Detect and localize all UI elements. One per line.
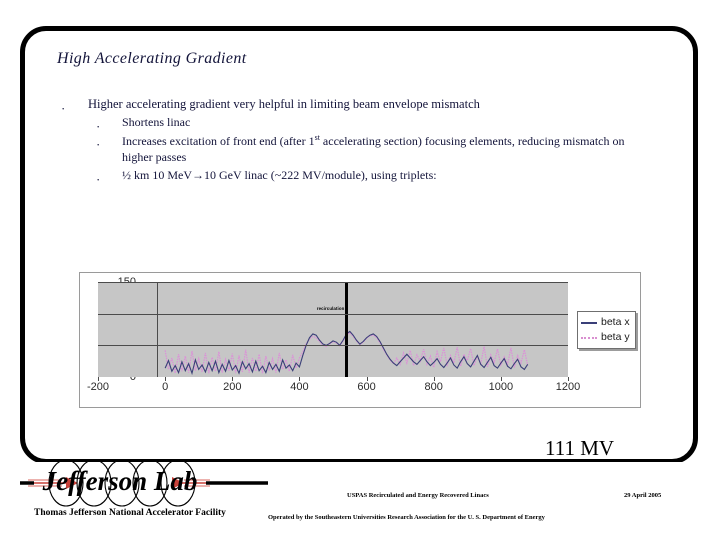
legend-item-beta-x: beta x — [581, 315, 630, 330]
list-item-label: Shortens linac — [122, 115, 191, 130]
list-item: · Higher accelerating gradient very help… — [58, 96, 658, 116]
chart-x-tick-label: 800 — [424, 381, 443, 393]
footer-course-title: USPAS Recirculated and Energy Recovered … — [347, 492, 489, 499]
dotted-line-swatch-icon — [581, 336, 597, 339]
line-swatch-icon — [581, 321, 597, 324]
recirculation-marker-label: recirculation — [316, 306, 345, 312]
beta-function-chart: 050100150 recirculation -200020040060080… — [79, 272, 641, 408]
jlab-logo-caption: Thomas Jefferson National Accelerator Fa… — [34, 508, 226, 518]
chart-x-tick-label: -200 — [86, 381, 110, 393]
chart-gridline — [98, 282, 568, 283]
chart-x-tick-label: 400 — [290, 381, 309, 393]
callout-voltage: 111 MV — [545, 436, 615, 460]
legend-label: beta x — [601, 316, 630, 328]
legend-item-beta-y: beta y — [581, 330, 630, 345]
chart-legend: beta x beta y — [577, 311, 636, 350]
bullet-list: · Higher accelerating gradient very help… — [58, 96, 658, 187]
list-item-label: Higher accelerating gradient very helpfu… — [88, 97, 480, 111]
chart-plot-area: recirculation — [98, 282, 569, 381]
list-item: · ½ km 10 MeV→10 GeV linac (~222 MV/modu… — [58, 167, 658, 187]
list-item: · Shortens linac — [58, 114, 658, 133]
recirculation-marker-line — [344, 282, 348, 377]
bullet-marker: · — [96, 171, 101, 187]
chart-x-tick-label: 200 — [223, 381, 242, 393]
bullet-marker: · — [61, 101, 66, 116]
list-item-label: ½ km 10 MeV→10 GeV linac (~222 MV/module… — [122, 167, 437, 182]
chart-x-tick-label: 0 — [162, 381, 169, 393]
legend-label: beta y — [601, 331, 630, 344]
footer-date: 29 April 2005 — [624, 492, 662, 499]
footer-operator-notice: Operated by the Southeastern Universitie… — [268, 514, 545, 521]
list-item-label-part1: Increases excitation of front end (after… — [122, 133, 315, 148]
chart-x-tick-label: 1000 — [488, 381, 514, 393]
chart-x-tick-label: 600 — [357, 381, 376, 393]
chart-gridline — [98, 345, 568, 347]
chart-series-svg — [164, 330, 529, 376]
bullet-marker: · — [96, 136, 101, 152]
jlab-logo-svg: Jefferson Lab — [20, 459, 268, 507]
chart-x-tick-label: 1200 — [555, 381, 581, 393]
page-title: High Accelerating Gradient — [57, 50, 247, 67]
chart-x-axis-labels: -200 0 200 400 600 800 1000 1200 — [80, 381, 642, 397]
list-item: · Increases excitation of front end (aft… — [58, 132, 658, 166]
jefferson-lab-logo: Jefferson Lab Thomas Jefferson National … — [20, 458, 268, 530]
jlab-wordmark: Jefferson Lab — [42, 466, 198, 496]
chart-gridline — [98, 313, 568, 315]
